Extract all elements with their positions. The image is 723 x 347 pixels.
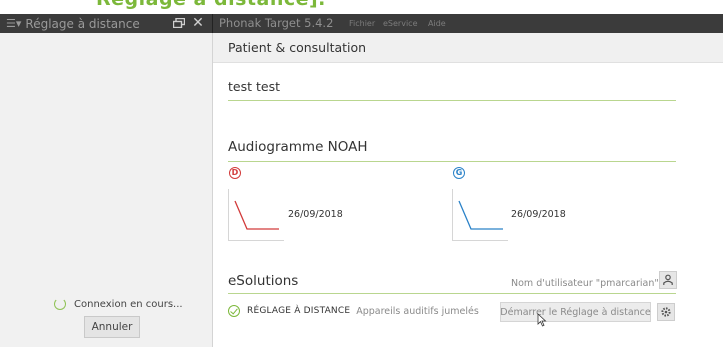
title-separator bbox=[212, 14, 213, 33]
audiogram-right-date: 26/09/2018 bbox=[288, 209, 343, 220]
right-ear-icon: D bbox=[229, 167, 241, 179]
menu-eservice[interactable]: eService bbox=[383, 14, 418, 33]
username-label: Nom d'utilisateur "pmarcarian" bbox=[511, 278, 659, 289]
gear-icon[interactable] bbox=[657, 303, 675, 321]
spinner-icon bbox=[54, 298, 66, 310]
close-icon[interactable]: ✕ bbox=[191, 14, 205, 33]
menu-fichier[interactable]: Fichier bbox=[349, 14, 375, 33]
app-window: Réglage à distance]. ☰▾ Réglage à distan… bbox=[0, 0, 723, 347]
start-remote-fitting-button[interactable]: Démarrer le Réglage à distance bbox=[500, 302, 651, 322]
audiogram-right[interactable] bbox=[228, 189, 284, 241]
remote-fitting-panel: Connexion en cours... Annuler bbox=[0, 33, 213, 347]
section-header: Patient & consultation bbox=[213, 33, 723, 63]
remote-fitting-title: RÉGLAGE À DISTANCE bbox=[247, 306, 351, 316]
esolutions-title: eSolutions bbox=[228, 273, 299, 289]
banner-title: Réglage à distance]. bbox=[96, 0, 326, 10]
connection-status: Connexion en cours... bbox=[54, 298, 183, 310]
divider bbox=[228, 293, 676, 294]
patient-name: test test bbox=[228, 79, 280, 94]
audiogram-left-date: 26/09/2018 bbox=[511, 209, 566, 220]
title-bar: ☰▾ Réglage à distance ✕ Phonak Target 5.… bbox=[0, 14, 723, 33]
cursor-icon bbox=[537, 313, 547, 327]
audiogram-left[interactable] bbox=[452, 189, 508, 241]
app-title: Phonak Target 5.4.2 bbox=[219, 16, 334, 30]
panel-title: Réglage à distance bbox=[25, 16, 140, 31]
connection-status-text: Connexion en cours... bbox=[74, 298, 183, 310]
check-circle-icon bbox=[228, 305, 240, 317]
menu-aide[interactable]: Aide bbox=[428, 14, 446, 33]
divider bbox=[228, 100, 676, 101]
top-banner: Réglage à distance]. bbox=[0, 0, 723, 14]
user-icon[interactable] bbox=[659, 271, 677, 289]
cancel-button[interactable]: Annuler bbox=[84, 316, 140, 338]
audiogram-title: Audiogramme NOAH bbox=[228, 139, 368, 155]
left-ear-icon: G bbox=[453, 167, 465, 179]
remote-fitting-status: Appareils auditifs jumelés bbox=[356, 305, 479, 317]
main-content: Patient & consultation test test Audiogr… bbox=[213, 33, 723, 347]
section-title: Patient & consultation bbox=[228, 40, 367, 55]
remote-fitting-row: RÉGLAGE À DISTANCE Appareils auditifs ju… bbox=[228, 305, 479, 317]
restore-icon[interactable] bbox=[173, 18, 185, 28]
menu-icon[interactable]: ☰▾ bbox=[6, 17, 21, 30]
divider bbox=[228, 161, 676, 162]
